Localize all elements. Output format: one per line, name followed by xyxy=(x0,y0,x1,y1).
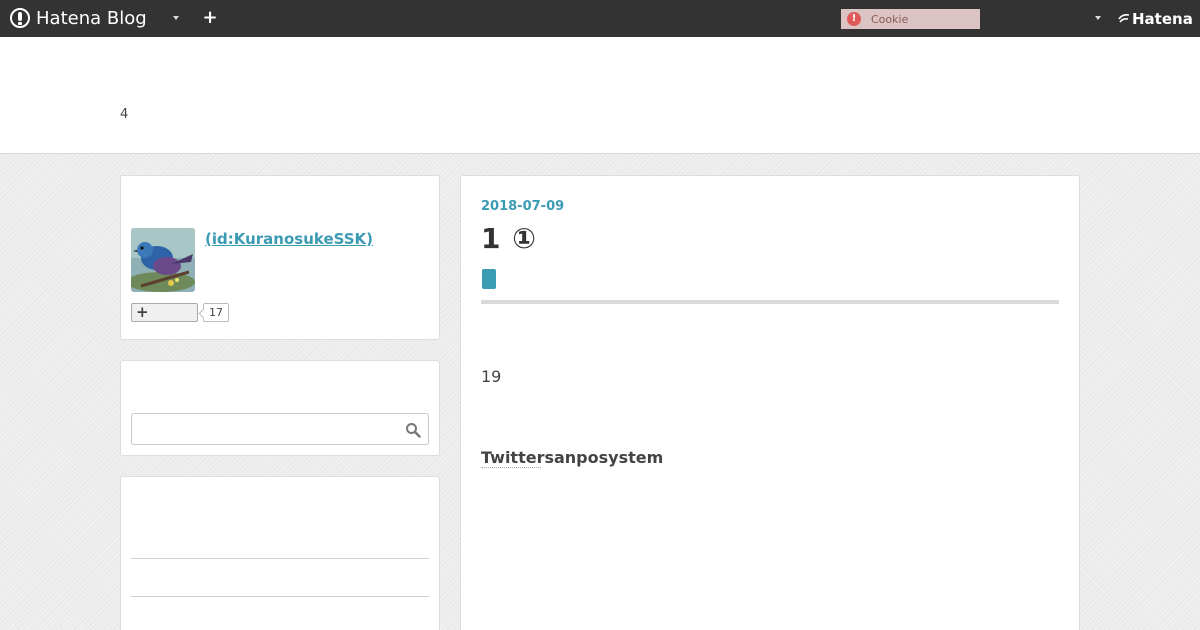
entry-title-link[interactable]: 1 ① xyxy=(481,222,537,255)
exclamation-icon: ! xyxy=(847,12,861,26)
global-header: Hatena Blog + ! Cookie Hatena xyxy=(0,0,1200,37)
hatena-link[interactable]: Hatena xyxy=(1118,10,1193,28)
entry-subheading: Twittersanposystem xyxy=(481,448,664,467)
search-input[interactable] xyxy=(132,414,398,444)
add-entry-button[interactable]: + xyxy=(200,9,220,29)
avatar[interactable] xyxy=(131,228,195,292)
hatena-swoosh-icon xyxy=(1118,13,1130,23)
cookie-label: Cookie xyxy=(871,12,909,26)
blog-menu-dropdown-icon[interactable] xyxy=(167,9,185,27)
list-divider xyxy=(131,596,429,597)
blog-title-band: 4 xyxy=(0,37,1200,154)
hatena-mark-icon xyxy=(1118,13,1130,26)
entry-article: 2018-07-09 1 ① 19 Twittersanposystem xyxy=(460,175,1080,630)
user-menu-dropdown-icon[interactable] xyxy=(1090,9,1106,27)
cookie-notice-button[interactable]: ! Cookie xyxy=(841,9,980,29)
hatena-blog-logo[interactable]: Hatena Blog xyxy=(10,7,147,29)
hatena-blog-logo-icon xyxy=(10,8,30,28)
category-tag[interactable] xyxy=(482,269,496,289)
follow-button[interactable]: + xyxy=(131,303,198,322)
entry-paragraph: 19 xyxy=(481,367,502,386)
plus-icon: + xyxy=(136,303,149,321)
hatena-label: Hatena xyxy=(1132,10,1193,28)
subheading-underline xyxy=(481,467,541,468)
entry-date-link[interactable]: 2018-07-09 xyxy=(481,199,564,214)
search-box xyxy=(131,413,429,445)
recent-entries-module xyxy=(120,476,440,630)
bird-avatar-image xyxy=(131,228,195,292)
search-module xyxy=(120,360,440,456)
blog-description: 4 xyxy=(120,107,129,122)
logo-text: Hatena Blog xyxy=(36,7,147,29)
follower-count[interactable]: 17 xyxy=(203,303,229,322)
entry-divider xyxy=(481,300,1059,304)
list-divider xyxy=(131,558,429,559)
search-icon[interactable] xyxy=(405,422,421,438)
profile-module: (id:KuranosukeSSK) + 17 xyxy=(120,175,440,340)
profile-id-link[interactable]: (id:KuranosukeSSK) xyxy=(205,230,373,248)
